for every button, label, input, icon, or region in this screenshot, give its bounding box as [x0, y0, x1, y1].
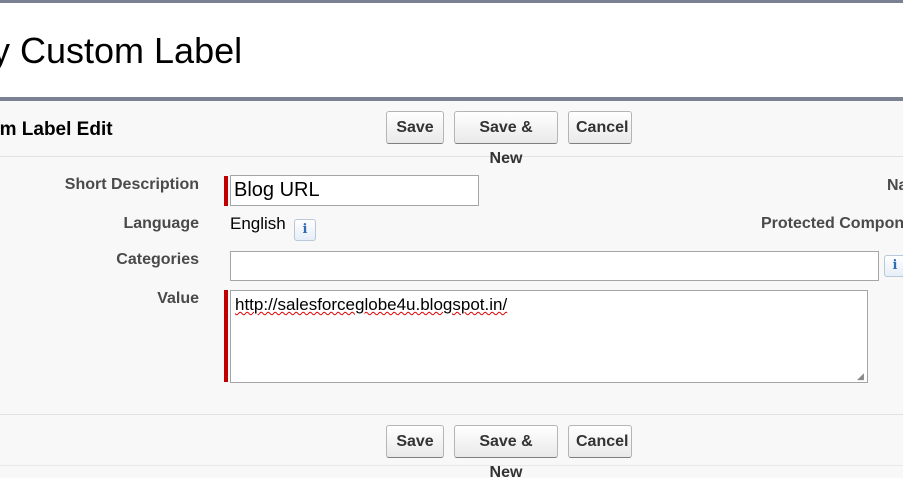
save-and-new-button[interactable]: Save & New	[454, 111, 558, 167]
bottom-divider	[0, 465, 903, 466]
save-and-new-button[interactable]: Save & New	[454, 425, 558, 481]
panel-title: om Label Edit	[0, 119, 113, 140]
top-button-row: Save Save & New Cancel	[386, 111, 632, 167]
value-label: Value	[157, 290, 199, 307]
categories-info-icon[interactable]: i	[884, 255, 903, 277]
panel-header: om Label Edit Save Save & New Cancel	[0, 101, 903, 167]
page-title: y Custom Label	[0, 30, 243, 71]
categories-label: Categories	[116, 251, 199, 268]
save-button[interactable]: Save	[386, 111, 444, 144]
bottom-button-row: Save Save & New Cancel	[386, 425, 632, 481]
short-description-label: Short Description	[64, 176, 199, 193]
cancel-button[interactable]: Cancel	[568, 111, 632, 144]
required-indicator	[224, 290, 228, 382]
save-button[interactable]: Save	[386, 425, 444, 458]
cancel-button[interactable]: Cancel	[568, 425, 632, 458]
name-label: Na	[887, 177, 903, 194]
language-label: Language	[123, 215, 199, 232]
edit-panel: om Label Edit Save Save & New Cancel Sho…	[0, 97, 903, 481]
panel-footer: Save Save & New Cancel	[0, 414, 903, 481]
value-textarea[interactable]: http://salesforceglobe4u.blogspot.in/ ◢	[230, 290, 868, 383]
categories-input[interactable]	[230, 251, 879, 281]
top-border	[0, 0, 903, 3]
language-value: English	[230, 214, 286, 233]
protected-component-label: Protected Compon	[761, 215, 903, 232]
value-text: http://salesforceglobe4u.blogspot.in/	[235, 295, 508, 314]
language-info-icon[interactable]: i	[294, 219, 316, 241]
short-description-input[interactable]	[230, 175, 479, 206]
required-indicator	[224, 176, 228, 206]
resize-grip-icon[interactable]: ◢	[857, 372, 866, 381]
